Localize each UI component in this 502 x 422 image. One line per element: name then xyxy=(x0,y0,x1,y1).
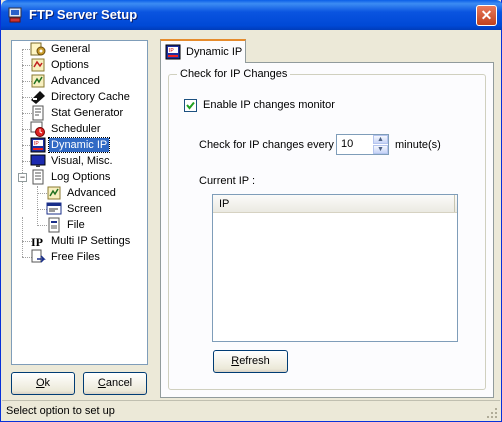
tree-item-label: Visual, Misc. xyxy=(51,155,113,167)
tab-dynamic-ip[interactable]: IP Dynamic IP xyxy=(160,39,246,63)
checkmark-icon xyxy=(186,101,195,110)
minus-icon: − xyxy=(19,172,26,182)
interval-suffix-label: minute(s) xyxy=(395,139,441,151)
tree-item-label: Advanced xyxy=(67,187,116,199)
ftp-server-setup-window: FTP Server Setup ✕ General Options Advan… xyxy=(0,0,502,422)
down-arrow-icon: ▼ xyxy=(377,146,384,153)
tree-item-label: General xyxy=(51,43,91,55)
spin-arrows: ▲ ▼ xyxy=(373,135,388,154)
tree-item-dynamic-ip[interactable]: IP Dynamic IP xyxy=(30,137,111,153)
tree-item-label: Multi IP Settings xyxy=(51,235,131,247)
ok-label: k xyxy=(44,377,51,389)
svg-text:IP: IP xyxy=(169,48,174,54)
list-header: IP xyxy=(213,195,457,213)
tree-item-visual-misc[interactable]: Visual, Misc. xyxy=(30,153,115,169)
refresh-label: efresh xyxy=(239,355,270,367)
tree-item-stat-generator[interactable]: Stat Generator xyxy=(30,105,125,121)
tree-line xyxy=(22,217,23,257)
ok-button[interactable]: Ok xyxy=(11,372,75,395)
tree-item-label: Scheduler xyxy=(51,123,101,135)
free-files-icon xyxy=(31,249,46,263)
tree-line xyxy=(37,186,38,226)
column-label: IP xyxy=(219,198,230,210)
status-text: Select option to set up xyxy=(6,405,115,417)
tree-item-label: Options xyxy=(51,59,89,71)
tab-label: Dynamic IP xyxy=(186,46,243,58)
file-icon xyxy=(48,217,60,233)
column-header-ip[interactable] xyxy=(213,195,455,212)
tree-item-scheduler[interactable]: Scheduler xyxy=(30,121,103,137)
options-tree[interactable]: General Options Advanced Directory Cache… xyxy=(11,40,148,365)
svg-text:IP: IP xyxy=(34,141,39,147)
tree-item-label: Dynamic IP xyxy=(47,137,111,153)
current-ip-label: Current IP : xyxy=(199,175,256,187)
tree-item-free-files[interactable]: Free Files xyxy=(30,249,102,265)
general-icon xyxy=(30,42,46,56)
cancel-accel: C xyxy=(97,377,106,389)
log-options-icon xyxy=(32,169,44,185)
scheduler-icon xyxy=(30,121,45,137)
tree-item-label: Directory Cache xyxy=(51,91,130,103)
tree-item-label: File xyxy=(67,219,85,231)
spin-up-button[interactable]: ▲ xyxy=(373,135,388,144)
cancel-label: ancel xyxy=(105,377,133,389)
tree-item-screen[interactable]: Screen xyxy=(46,201,104,217)
screen-icon xyxy=(46,202,62,215)
advanced-icon xyxy=(31,74,45,88)
current-ip-list[interactable]: IP xyxy=(212,194,458,342)
tree-item-log-options[interactable]: Log Options xyxy=(30,169,112,185)
tree-item-label: Stat Generator xyxy=(51,107,124,119)
tree-item-label: Advanced xyxy=(51,75,100,87)
directory-cache-icon xyxy=(31,91,45,104)
refresh-accel: R xyxy=(231,355,240,367)
multi-ip-icon: IP xyxy=(31,235,43,249)
stat-generator-icon xyxy=(32,105,44,121)
spin-down-button[interactable]: ▼ xyxy=(373,145,388,154)
collapse-log-options-button[interactable]: − xyxy=(18,173,27,182)
interval-value[interactable]: 10 xyxy=(341,138,353,150)
tree-item-label: Log Options xyxy=(51,171,111,183)
tree-item-file[interactable]: File xyxy=(46,217,87,233)
app-icon xyxy=(8,7,22,23)
tree-item-label: Free Files xyxy=(51,251,100,263)
status-bar: Select option to set up xyxy=(2,400,500,421)
dynamic-ip-icon: IP xyxy=(165,44,181,60)
tree-item-directory-cache[interactable]: Directory Cache xyxy=(30,89,132,105)
resize-grip-icon[interactable] xyxy=(486,407,498,419)
tree-item-multi-ip-settings[interactable]: IP Multi IP Settings xyxy=(30,233,132,249)
log-advanced-icon xyxy=(47,186,61,200)
interval-prefix-label: Check for IP changes every xyxy=(199,139,334,151)
cancel-button[interactable]: Cancel xyxy=(83,372,147,395)
window-title: FTP Server Setup xyxy=(29,7,138,22)
tree-item-advanced[interactable]: Advanced xyxy=(30,73,102,89)
monitor-icon xyxy=(30,154,46,167)
svg-text:IP: IP xyxy=(31,235,43,249)
refresh-button[interactable]: Refresh xyxy=(213,350,288,373)
close-icon: ✕ xyxy=(480,7,493,23)
dynamic-ip-icon: IP xyxy=(30,137,46,153)
group-label: Check for IP Changes xyxy=(177,68,291,80)
title-bar[interactable]: FTP Server Setup ✕ xyxy=(1,0,502,30)
up-arrow-icon: ▲ xyxy=(377,136,384,143)
tree-item-general[interactable]: General xyxy=(30,41,92,57)
tree-item-log-advanced[interactable]: Advanced xyxy=(46,185,118,201)
options-icon xyxy=(31,58,45,72)
close-button[interactable]: ✕ xyxy=(476,5,497,26)
enable-ip-monitor-checkbox[interactable] xyxy=(184,99,197,112)
ok-accel: O xyxy=(35,377,45,389)
tree-item-options[interactable]: Options xyxy=(30,57,91,73)
tree-item-label: Screen xyxy=(67,203,102,215)
interval-spinbox[interactable]: 10 ▲ ▼ xyxy=(336,134,389,155)
enable-ip-monitor-label[interactable]: Enable IP changes monitor xyxy=(203,99,335,111)
